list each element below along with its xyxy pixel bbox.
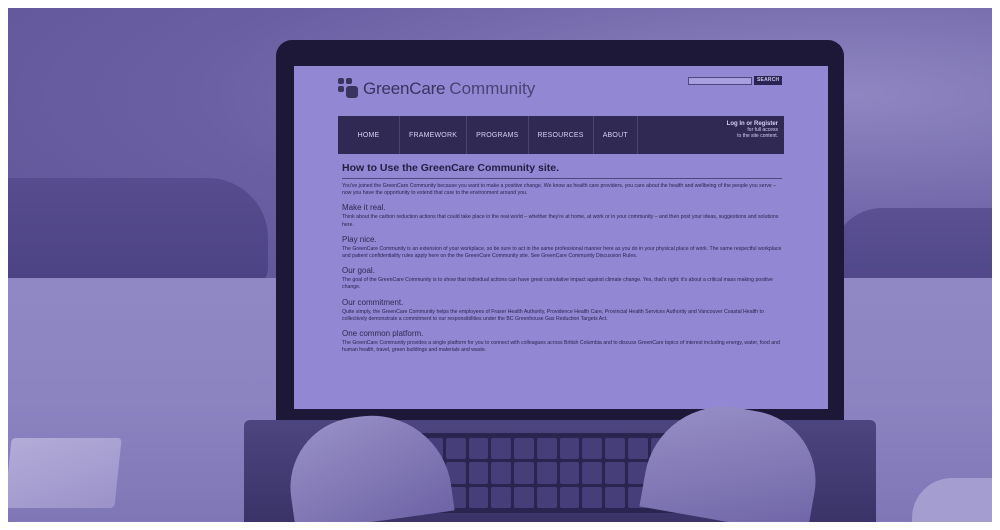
laptop-screen: GreenCare Community SEARCH HOME FRAMEWOR… — [294, 66, 828, 409]
nav-about[interactable]: ABOUT — [594, 116, 638, 154]
section-text: The goal of the GreenCare Community is t… — [342, 277, 774, 291]
site-header: GreenCare Community SEARCH — [294, 66, 828, 116]
page-title: How to Use the GreenCare Community site. — [342, 162, 782, 179]
main-navbar: HOME FRAMEWORK PROGRAMS RESOURCES ABOUT … — [338, 116, 784, 154]
search-button[interactable]: SEARCH — [754, 76, 783, 85]
page-content: How to Use the GreenCare Community site.… — [342, 162, 782, 360]
section-title: Our commitment. — [342, 297, 404, 307]
photo: GreenCare Community SEARCH HOME FRAMEWOR… — [8, 8, 992, 522]
section-title: One common platform. — [342, 329, 424, 339]
intro-text: You've joined the GreenCare Community be… — [342, 183, 777, 197]
nav-framework[interactable]: FRAMEWORK — [400, 116, 468, 154]
section-text: Think about the carbon reduction actions… — [342, 214, 779, 228]
section-text: The GreenCare Community is an extension … — [342, 245, 782, 260]
section-text: Quite simply, the GreenCare Community he… — [342, 308, 764, 322]
section-title: Our goal. — [342, 266, 375, 276]
nav-programs[interactable]: PROGRAMS — [467, 116, 529, 154]
section-title: Make it real. — [342, 203, 386, 213]
chair-right — [832, 208, 992, 288]
login-area: Log In or Register for full access to th… — [727, 116, 784, 154]
login-note-2: to the site content. — [737, 133, 778, 139]
nav-home[interactable]: HOME — [338, 116, 400, 154]
nav-resources[interactable]: RESOURCES — [529, 116, 594, 154]
logo-sub-text: Community — [449, 79, 536, 98]
chair-left — [8, 178, 268, 288]
logo-mark-icon — [338, 78, 360, 100]
site-logo[interactable]: GreenCare Community — [338, 78, 535, 100]
section-title: Play nice. — [342, 234, 377, 244]
phone — [8, 438, 122, 508]
search-input[interactable] — [688, 77, 752, 85]
section-text: The GreenCare Community provides a singl… — [342, 340, 780, 354]
logo-main-text: GreenCare — [363, 79, 446, 98]
